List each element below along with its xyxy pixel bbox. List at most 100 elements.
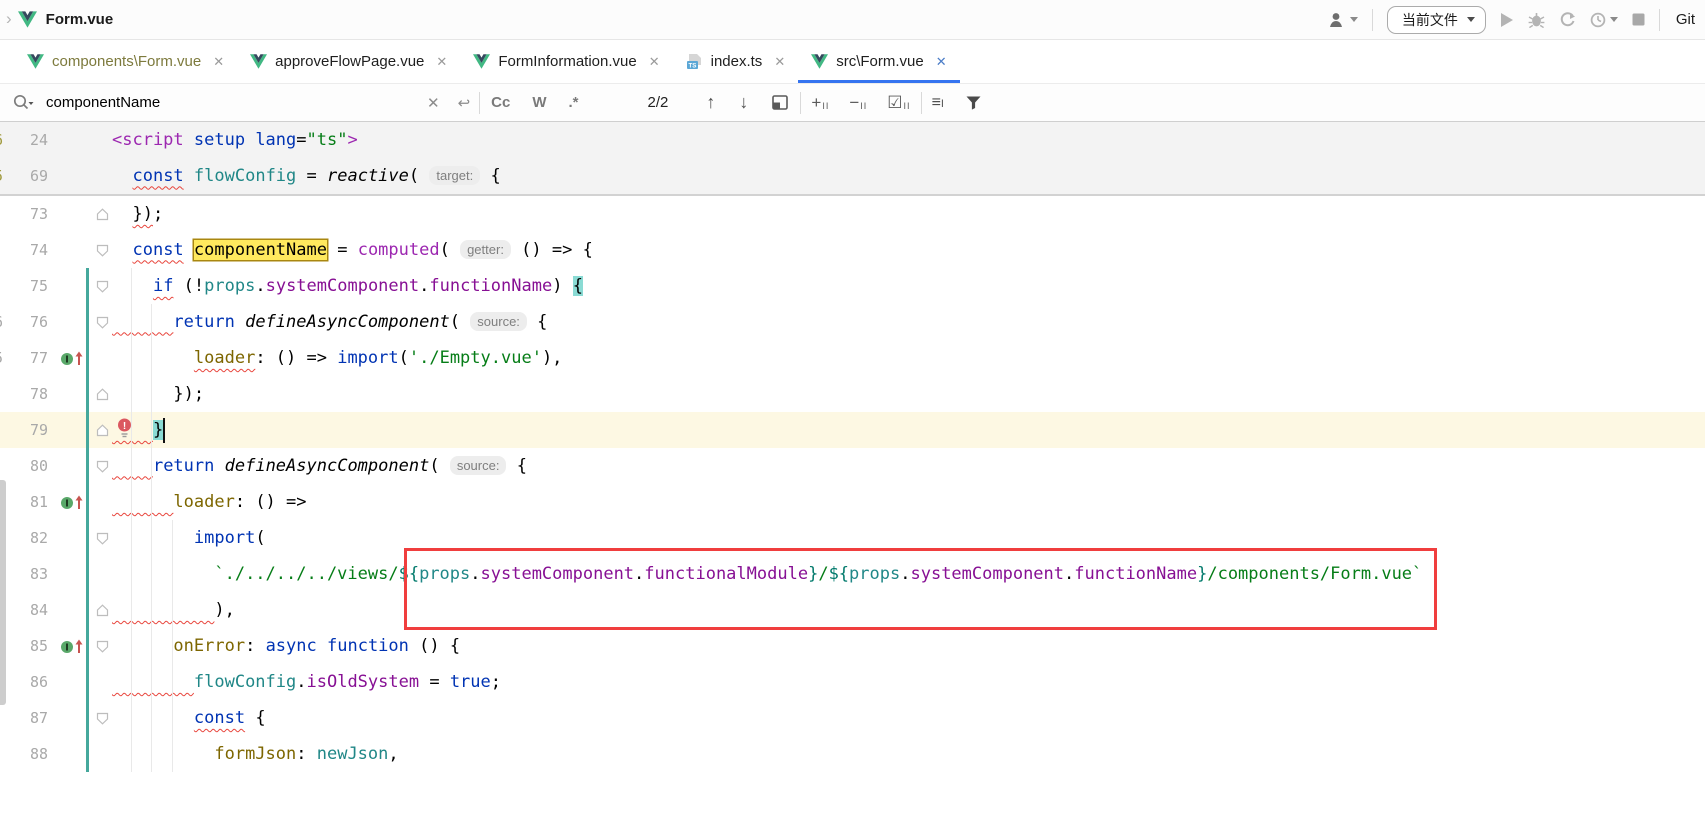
code-line-88[interactable]: 88 formJson: newJson, [0,736,1705,772]
token: './Empty.vue' [409,348,542,368]
select-occurrences-icon[interactable]: ☑II [887,95,910,111]
code-text[interactable]: formJson: newJson, [112,736,1705,772]
close-icon[interactable]: ✕ [936,54,947,70]
line-number[interactable]: 85 [0,637,48,655]
run-config-label: 当前文件 [1402,10,1458,30]
run-config-selector[interactable]: 当前文件 [1387,6,1486,34]
match-case-toggle[interactable]: Cc [491,94,510,111]
previous-match-button[interactable]: ↑ [706,92,715,113]
code-line-81[interactable]: 81 loader: () => [0,484,1705,520]
user-dropdown-icon[interactable] [1328,12,1358,28]
next-match-button[interactable]: ↓ [739,92,748,113]
code-text[interactable]: const flowConfig = reactive( target: { [112,158,1705,195]
token: ), [542,348,562,368]
line-number[interactable]: 75 [0,277,48,295]
code-text[interactable]: return defineAsyncComponent( source: { [112,448,1705,485]
close-icon[interactable]: ✕ [213,54,224,70]
inlay-hint: source: [450,456,507,475]
token: defineAsyncComponent [225,456,430,476]
token [112,672,194,692]
filter-icon[interactable] [966,96,981,110]
code-text[interactable]: } [112,412,1705,448]
token [112,276,153,296]
code-line-24[interactable]: 624<script setup lang="ts"> [0,122,1705,158]
code-editor[interactable]: 624<script setup lang="ts">569 const flo… [0,122,1705,820]
tab-approveflowpage.vue[interactable]: approveFlowPage.vue✕ [237,40,460,83]
vue-file-icon [473,54,490,69]
debug-icon[interactable] [1528,12,1545,28]
vcs-change-stripe [86,268,89,304]
multiline-icon[interactable]: ≡I [932,94,944,112]
tab-src-form.vue[interactable]: src\Form.vue✕ [798,40,959,83]
fold-down-icon[interactable] [92,244,112,257]
code-line-86[interactable]: 86 flowConfig.isOldSystem = true; [0,664,1705,700]
code-line-74[interactable]: 74 const componentName = computed( gette… [0,232,1705,268]
line-number[interactable]: 88 [0,745,48,763]
code-text[interactable]: }); [112,376,1705,412]
line-number[interactable]: 87 [0,709,48,727]
fold-down-icon[interactable] [92,316,112,329]
fold-up-icon[interactable] [92,208,112,221]
git-menu[interactable]: Git [1676,11,1695,28]
open-in-window-icon[interactable] [772,95,788,110]
fold-up-icon[interactable] [92,604,112,617]
search-dropdown-icon[interactable] [12,94,36,112]
line-number[interactable]: 84 [0,601,48,619]
line-number[interactable]: 82 [0,529,48,547]
fold-down-icon[interactable] [92,280,112,293]
close-icon[interactable]: ✕ [774,54,785,70]
code-text[interactable]: flowConfig.isOldSystem = true; [112,664,1705,700]
code-line-80[interactable]: 80 return defineAsyncComponent( source: … [0,448,1705,484]
fold-down-icon[interactable] [92,532,112,545]
line-number[interactable]: 83 [0,565,48,583]
stop-icon[interactable] [1632,13,1645,26]
code-text[interactable]: const componentName = computed( getter: … [112,232,1705,269]
regex-toggle[interactable]: .* [569,94,579,111]
remove-occurrence-icon[interactable]: −II [849,95,867,111]
search-input[interactable]: componentName [46,94,418,111]
code-line-77[interactable]: 577 loader: () => import('./Empty.vue'), [0,340,1705,376]
clear-icon[interactable]: ✕ [427,94,440,112]
line-number[interactable]: 81 [0,493,48,511]
line-number[interactable]: 74 [0,241,48,259]
add-occurrence-icon[interactable]: +II [811,95,829,111]
code-line-78[interactable]: 78 }); [0,376,1705,412]
code-line-75[interactable]: 75 if (!props.systemComponent.functionNa… [0,268,1705,304]
whole-words-toggle[interactable]: W [532,94,546,111]
fold-down-icon[interactable] [92,640,112,653]
token: import [337,348,398,368]
code-line-73[interactable]: 73 }); [0,196,1705,232]
code-line-76[interactable]: 676 return defineAsyncComponent( source:… [0,304,1705,340]
code-text[interactable]: }); [112,196,1705,232]
fold-up-icon[interactable] [92,424,112,437]
code-text[interactable]: return defineAsyncComponent( source: { [112,304,1705,341]
line-number[interactable]: 86 [0,673,48,691]
fold-down-icon[interactable] [92,712,112,725]
profiler-icon[interactable] [1590,12,1618,28]
code-text[interactable]: onError: async function () { [112,628,1705,664]
code-text[interactable]: <script setup lang="ts"> [112,122,1705,158]
code-text[interactable]: loader: () => [112,484,1705,520]
newline-icon[interactable]: ↩ [458,94,471,112]
code-text[interactable]: if (!props.systemComponent.functionName)… [112,268,1705,304]
tab-index.ts[interactable]: TSindex.ts✕ [673,40,799,83]
coverage-icon[interactable] [1559,12,1576,28]
token: } [153,420,163,440]
close-icon[interactable]: ✕ [436,54,447,70]
code-line-87[interactable]: 87 const { [0,700,1705,736]
line-number[interactable]: 79 [0,421,48,439]
code-line-69[interactable]: 569 const flowConfig = reactive( target:… [0,158,1705,194]
fold-down-icon[interactable] [92,460,112,473]
code-text[interactable]: loader: () => import('./Empty.vue'), [112,340,1705,376]
code-line-85[interactable]: 85 onError: async function () { [0,628,1705,664]
line-number[interactable]: 80 [0,457,48,475]
line-number[interactable]: 78 [0,385,48,403]
run-icon[interactable] [1500,12,1514,28]
fold-up-icon[interactable] [92,388,112,401]
tab-forminformation.vue[interactable]: FormInformation.vue✕ [460,40,672,83]
line-number[interactable]: 73 [0,205,48,223]
tab-components-form.vue[interactable]: components\Form.vue✕ [14,40,237,83]
close-icon[interactable]: ✕ [649,54,660,70]
code-line-79[interactable]: 79! } [0,412,1705,448]
code-text[interactable]: const { [112,700,1705,736]
